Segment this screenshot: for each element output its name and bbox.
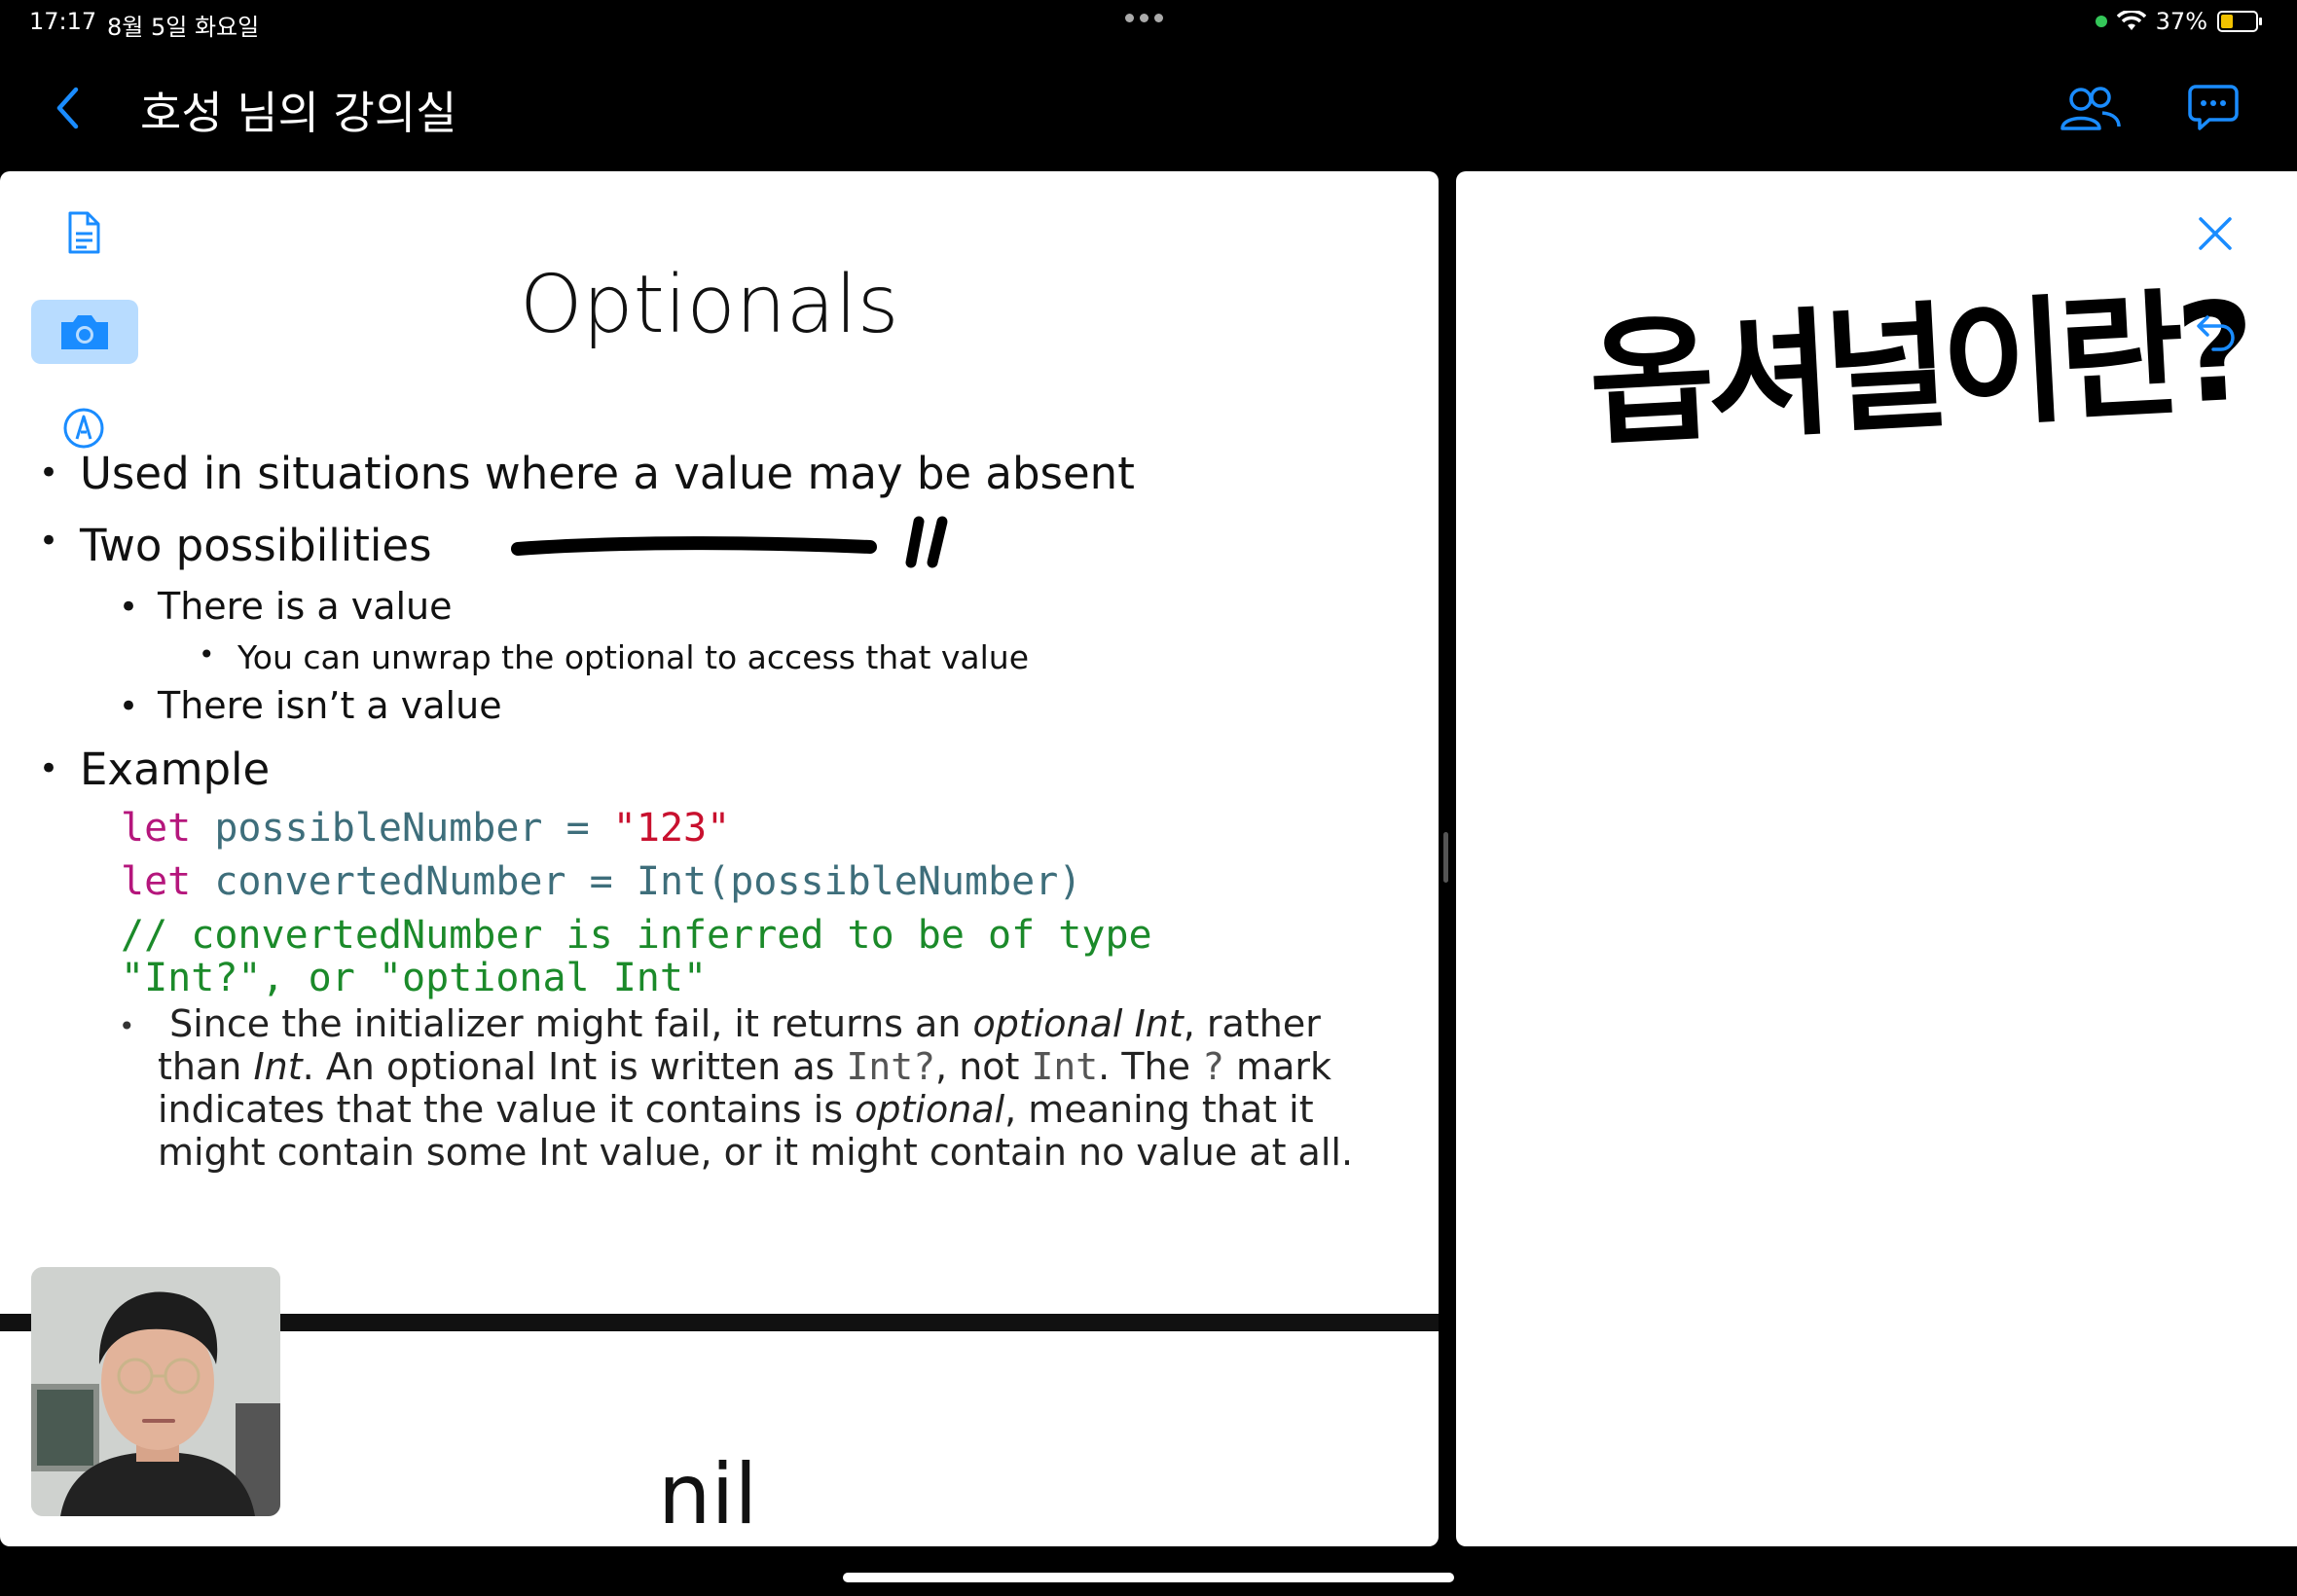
code-operator: = — [565, 806, 590, 851]
code-argument: (possibleNumber) — [707, 859, 1082, 904]
close-icon[interactable] — [2198, 216, 2233, 251]
bullet-dot-icon: • — [119, 588, 139, 627]
camera-icon — [61, 315, 108, 349]
bullet-text: There is a value — [158, 585, 453, 628]
bullet-dot-icon: • — [39, 749, 59, 788]
next-slide-text: nil — [658, 1446, 758, 1543]
bullet-dot-icon: • — [119, 1010, 135, 1042]
bullet-text: Example — [80, 744, 271, 795]
battery-percent: 37% — [2155, 8, 2207, 35]
bullet-dot-icon: • — [39, 522, 59, 561]
bullet-text: Used in situations where a value may be … — [80, 448, 1135, 499]
status-date: 8월 5일 화요일 — [107, 14, 260, 41]
code-comment: "Int?", or "optional Int" — [121, 956, 708, 1000]
code-keyword: let — [121, 806, 192, 851]
bullet-dot-icon: • — [199, 638, 215, 671]
code-keyword: let — [121, 859, 192, 904]
participant-video[interactable] — [31, 1267, 280, 1516]
undo-icon[interactable] — [2196, 313, 2237, 352]
page-title: 호성 님의 강의실 — [140, 87, 457, 139]
bullet-text: Two possibilities — [80, 520, 432, 571]
chevron-left-icon[interactable] — [55, 86, 80, 130]
camera-in-use-icon — [2095, 16, 2107, 27]
home-indicator[interactable] — [843, 1573, 1454, 1582]
code-comment: // convertedNumber is inferred to be of … — [121, 913, 1152, 958]
code-operator: = — [589, 859, 613, 904]
participant-video-feed — [31, 1267, 280, 1516]
battery-icon — [2217, 11, 2262, 32]
explanation-paragraph: Since the initializer might fail, it ret… — [158, 1002, 1354, 1174]
bullet-dot-icon: • — [119, 687, 139, 726]
split-view-divider[interactable] — [1443, 832, 1448, 883]
bullet-text: There isn’t a value — [158, 684, 502, 727]
whiteboard-panel[interactable]: 옵셔널이란? — [1456, 171, 2297, 1546]
code-identifier: possibleNumber — [214, 806, 543, 851]
code-line: let possibleNumber = "123" — [121, 806, 730, 851]
bullet-dot-icon: • — [39, 453, 59, 492]
code-identifier: convertedNumber — [214, 859, 566, 904]
code-type: Int — [636, 859, 708, 904]
camera-button[interactable] — [31, 300, 138, 364]
bullet-text: You can unwrap the optional to access th… — [237, 638, 1030, 676]
handwritten-note: 옵셔널이란? — [1585, 272, 2252, 466]
people-icon[interactable] — [2060, 86, 2122, 130]
chat-bubble-icon[interactable] — [2188, 84, 2239, 132]
slide-panel[interactable]: Optionals • Used in situations where a v… — [0, 171, 1439, 1546]
code-string: "123" — [612, 806, 731, 851]
status-time: 17:17 — [29, 8, 97, 35]
slide-title: Optionals — [520, 259, 899, 351]
multitasking-dots-icon[interactable] — [1125, 14, 1163, 22]
pen-icon[interactable] — [62, 407, 105, 450]
document-icon[interactable] — [66, 210, 101, 255]
status-indicators: 37% — [2095, 8, 2262, 35]
wifi-icon — [2116, 11, 2146, 30]
code-line: let convertedNumber = Int(possibleNumber… — [121, 859, 1081, 904]
